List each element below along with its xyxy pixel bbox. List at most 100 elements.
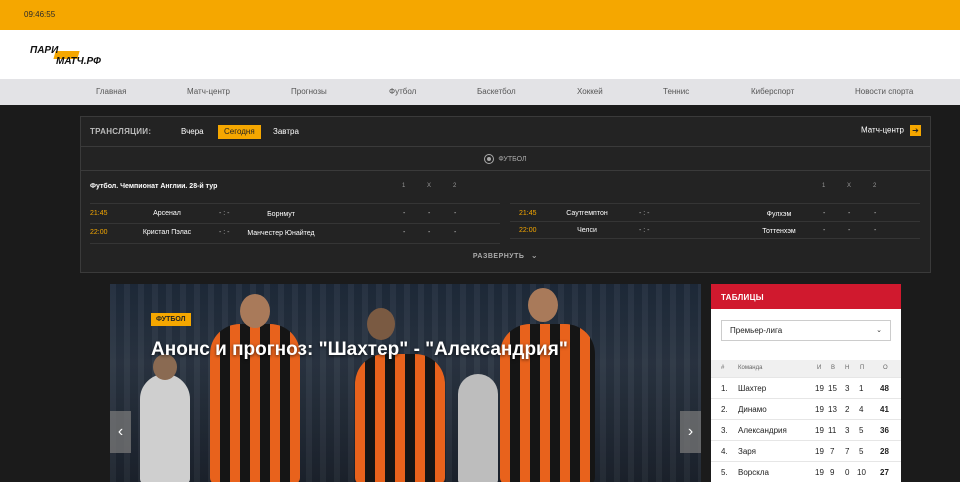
match-score: - : -: [639, 227, 650, 234]
odds-header-1-right: 1: [822, 183, 826, 189]
chevron-left-icon[interactable]: ‹: [110, 411, 131, 453]
home-team: Кристал Пэлас: [142, 229, 192, 236]
col-num: #: [721, 365, 725, 371]
row-wins: 11: [828, 426, 837, 435]
match-row[interactable]: 21:45 Арсенал - : - Борнмут - - -: [81, 205, 501, 223]
away-team: Манчестер Юнайтед: [247, 229, 315, 237]
standings-title: ТАБЛИЦЫ: [711, 284, 901, 309]
row-draws: 3: [845, 426, 850, 435]
hero-player-head: [240, 294, 270, 328]
row-num: 3.: [721, 426, 728, 435]
table-row[interactable]: 2. Динамо 19 13 2 4 41: [711, 399, 901, 420]
main-nav: Главная Матч-центр Прогнозы Футбол Баске…: [0, 79, 960, 105]
row-wins: 15: [828, 384, 837, 393]
odd-2[interactable]: -: [454, 210, 456, 217]
nav-item-predictions[interactable]: Прогнозы: [291, 79, 327, 105]
table-row[interactable]: 4. Заря 19 7 7 5 28: [711, 441, 901, 462]
col-draws: Н: [845, 365, 850, 371]
row-draws: 3: [845, 384, 850, 393]
row-num: 4.: [721, 447, 728, 456]
odd-2[interactable]: -: [874, 210, 876, 217]
broadcasts-widget: ТРАНСЛЯЦИИ: Вчера Сегодня Завтра Матч-це…: [80, 116, 931, 273]
odd-2[interactable]: -: [454, 229, 456, 236]
tab-tomorrow[interactable]: Завтра: [267, 125, 305, 139]
odd-1[interactable]: -: [823, 227, 825, 234]
row-games: 19: [815, 447, 824, 456]
site-logo[interactable]: ПАРИ МАТЧ.РФ: [28, 42, 138, 68]
match-center-label: Матч-центр: [861, 125, 904, 135]
top-bar: 09:46:55: [0, 0, 960, 30]
row-losses: 10: [857, 468, 866, 477]
odd-x[interactable]: -: [428, 229, 430, 236]
col-team: Команда: [738, 365, 763, 371]
odd-x[interactable]: -: [428, 210, 430, 217]
row-draws: 7: [845, 447, 850, 456]
table-row[interactable]: 5. Ворскла 19 9 0 10 27: [711, 462, 901, 482]
match-row[interactable]: 22:00 Кристал Пэлас - : - Манчестер Юнай…: [81, 222, 501, 242]
nav-item-match-center[interactable]: Матч-центр: [187, 79, 230, 105]
row-losses: 1: [859, 384, 864, 393]
table-row[interactable]: 3. Александрия 19 11 3 5 36: [711, 420, 901, 441]
hero-player-figure: [140, 374, 190, 482]
odds-header-x: X: [427, 183, 432, 189]
odd-1[interactable]: -: [403, 229, 405, 236]
expand-button[interactable]: РАЗВЕРНУТЬ ⌄: [81, 251, 930, 260]
match-score: - : -: [219, 210, 230, 217]
divider: [90, 203, 500, 204]
nav-item-home[interactable]: Главная: [96, 79, 126, 105]
league-select[interactable]: Премьер-лига ⌄: [721, 320, 891, 341]
standings-table: # Команда И В Н П О 1. Шахтер 19 15 3 1 …: [711, 360, 901, 482]
tab-today[interactable]: Сегодня: [218, 125, 261, 139]
home-team: Челси: [577, 227, 597, 234]
row-num: 1.: [721, 384, 728, 393]
broadcasts-title: ТРАНСЛЯЦИИ:: [90, 127, 152, 136]
match-center-link[interactable]: Матч-центр ➔: [861, 125, 921, 136]
row-points: 48: [880, 384, 889, 393]
odd-x[interactable]: -: [848, 227, 850, 234]
expand-label: РАЗВЕРНУТЬ: [472, 253, 525, 260]
sport-header: ФУТБОЛ: [81, 147, 930, 171]
row-wins: 7: [830, 447, 835, 456]
row-team: Динамо: [738, 405, 767, 414]
row-points: 36: [880, 426, 889, 435]
logo-text-line1: ПАРИ: [30, 45, 59, 56]
match-time: 22:00: [519, 227, 537, 234]
chevron-right-icon[interactable]: ›: [680, 411, 701, 453]
row-num: 2.: [721, 405, 728, 414]
row-losses: 5: [859, 447, 864, 456]
odd-2[interactable]: -: [874, 227, 876, 234]
table-row[interactable]: 1. Шахтер 19 15 3 1 48: [711, 378, 901, 399]
clock-time: 09:46:55: [24, 10, 56, 19]
odd-1[interactable]: -: [403, 210, 405, 217]
tab-yesterday[interactable]: Вчера: [175, 125, 210, 139]
row-team: Ворскла: [738, 468, 769, 477]
divider: [510, 203, 920, 204]
hero-category-badge[interactable]: ФУТБОЛ: [151, 313, 191, 326]
match-score: - : -: [219, 229, 230, 236]
chevron-down-icon: ⌄: [876, 327, 882, 334]
nav-item-esports[interactable]: Киберспорт: [751, 79, 794, 105]
nav-item-basketball[interactable]: Баскетбол: [477, 79, 516, 105]
league-select-value: Премьер-лига: [730, 326, 783, 335]
row-games: 19: [815, 468, 824, 477]
row-draws: 2: [845, 405, 850, 414]
odds-header-x-right: X: [847, 183, 852, 189]
nav-item-sports-news[interactable]: Новости спорта: [855, 79, 913, 105]
football-icon: [484, 154, 495, 164]
row-games: 19: [815, 405, 824, 414]
nav-item-hockey[interactable]: Хоккей: [577, 79, 603, 105]
sport-label: ФУТБОЛ: [498, 155, 527, 163]
col-losses: П: [860, 365, 865, 371]
nav-item-football[interactable]: Футбол: [389, 79, 416, 105]
odd-1[interactable]: -: [823, 210, 825, 217]
hero-news-banner[interactable]: ФУТБОЛ Анонс и прогноз: "Шахтер" - "Алек…: [110, 284, 701, 482]
odd-x[interactable]: -: [848, 210, 850, 217]
row-draws: 0: [845, 468, 850, 477]
col-points: О: [883, 365, 888, 371]
row-wins: 9: [830, 468, 835, 477]
table-header-row: # Команда И В Н П О: [711, 360, 901, 378]
hero-title[interactable]: Анонс и прогноз: "Шахтер" - "Александрия…: [151, 339, 568, 361]
nav-item-tennis[interactable]: Теннис: [663, 79, 689, 105]
divider: [510, 238, 920, 239]
row-losses: 4: [859, 405, 864, 414]
